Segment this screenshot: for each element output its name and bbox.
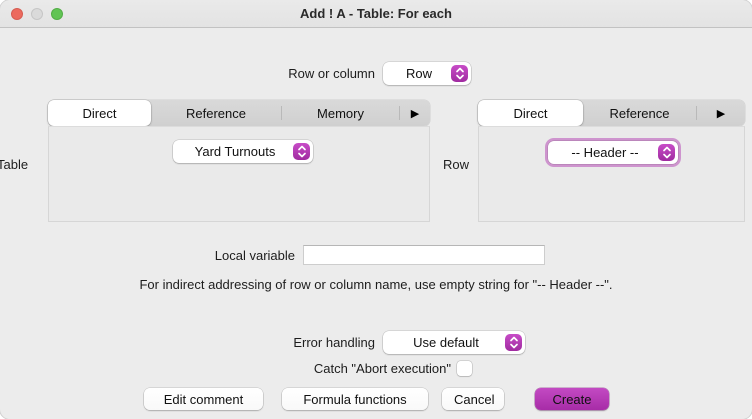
tab-label: Reference — [610, 106, 670, 121]
stepper-icon — [658, 144, 675, 161]
row-value: -- Header -- — [548, 145, 654, 160]
row-or-column-dropdown[interactable]: Row — [383, 62, 471, 85]
tab-label: Memory — [317, 106, 364, 121]
tab-label: Reference — [186, 106, 246, 121]
tab-row-reference[interactable]: Reference — [583, 100, 696, 126]
table-value: Yard Turnouts — [173, 144, 289, 159]
row-panel-label: Row — [443, 157, 473, 173]
stepper-icon — [505, 334, 522, 351]
tab-label: Direct — [514, 106, 548, 121]
formula-functions-button[interactable]: Formula functions — [282, 388, 428, 410]
error-handling-label: Error handling — [230, 335, 375, 351]
table-value-dropdown[interactable]: Yard Turnouts — [173, 140, 313, 163]
row-or-column-label: Row or column — [180, 66, 375, 82]
row-value-dropdown[interactable]: -- Header -- — [548, 141, 678, 164]
catch-abort-label: Catch "Abort execution" — [220, 361, 451, 377]
title-bar: Add ! A - Table: For each — [0, 0, 752, 28]
tab-overflow-button[interactable]: ▶ — [697, 100, 745, 126]
stepper-icon — [293, 143, 310, 160]
error-handling-value: Use default — [383, 335, 501, 350]
stepper-icon — [451, 65, 468, 82]
tab-table-reference[interactable]: Reference — [151, 100, 281, 126]
hint-text: For indirect addressing of row or column… — [0, 277, 752, 292]
tab-table-memory[interactable]: Memory — [282, 100, 399, 126]
tab-label: Direct — [83, 106, 117, 121]
table-panel-label: Table — [0, 157, 41, 173]
local-variable-label: Local variable — [150, 248, 295, 264]
error-handling-dropdown[interactable]: Use default — [383, 331, 525, 354]
window-title: Add ! A - Table: For each — [0, 0, 752, 28]
create-button[interactable]: Create — [535, 388, 609, 410]
dialog-window: Add ! A - Table: For each Row or column … — [0, 0, 752, 419]
cancel-button[interactable]: Cancel — [442, 388, 504, 410]
table-panel-body: Yard Turnouts — [48, 126, 430, 222]
table-tabstrip: Direct Reference Memory ▶ — [48, 100, 430, 126]
right-triangle-icon: ▶ — [717, 107, 725, 120]
right-triangle-icon: ▶ — [411, 107, 419, 120]
tab-row-direct[interactable]: Direct — [478, 100, 583, 126]
tab-table-direct[interactable]: Direct — [48, 100, 151, 126]
row-tabstrip: Direct Reference ▶ — [478, 100, 745, 126]
tab-overflow-button[interactable]: ▶ — [400, 100, 430, 126]
row-or-column-value: Row — [383, 66, 447, 81]
catch-abort-checkbox[interactable] — [457, 361, 472, 376]
local-variable-input[interactable] — [303, 245, 545, 265]
edit-comment-button[interactable]: Edit comment — [144, 388, 263, 410]
row-panel-body: -- Header -- — [478, 126, 745, 222]
